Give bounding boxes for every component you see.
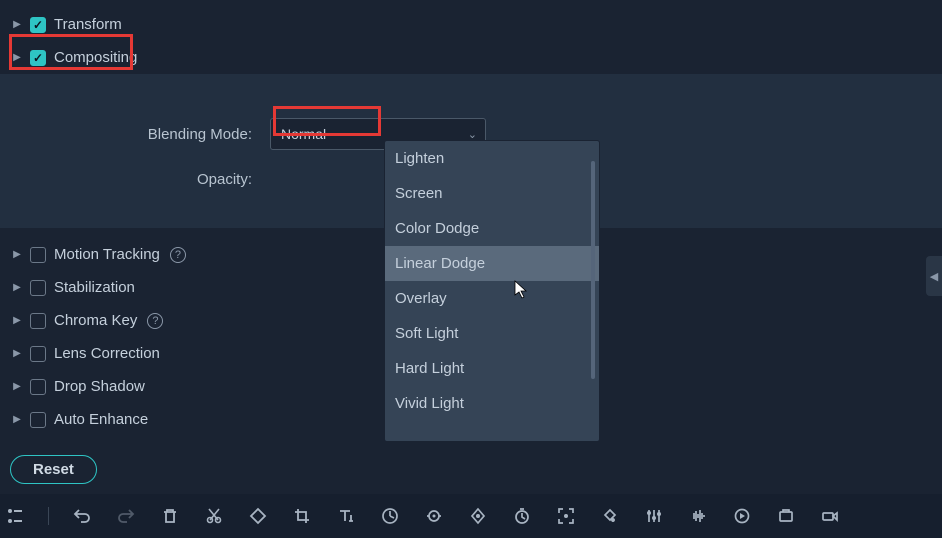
chevron-right-icon: ▶ <box>12 316 22 326</box>
compositing-checkbox[interactable] <box>30 50 46 66</box>
divider <box>48 507 49 525</box>
section-transform[interactable]: ▶ Transform <box>0 8 942 41</box>
lens-correction-checkbox[interactable] <box>30 346 46 362</box>
speed-icon[interactable] <box>379 505 401 527</box>
dropdown-item-hard-light[interactable]: Hard Light <box>385 351 599 386</box>
chevron-right-icon: ▶ <box>12 283 22 293</box>
reset-button[interactable]: Reset <box>10 455 97 484</box>
section-label: Chroma Key <box>54 312 137 329</box>
dropdown-item-color-dodge[interactable]: Color Dodge <box>385 211 599 246</box>
chevron-down-icon: ▶ <box>12 53 22 63</box>
chevron-down-icon: ⌄ <box>468 128 477 141</box>
crop-icon[interactable] <box>291 505 313 527</box>
timer-icon[interactable] <box>511 505 533 527</box>
add-marker-icon[interactable] <box>4 505 26 527</box>
section-label: Lens Correction <box>54 345 160 362</box>
tag-icon[interactable] <box>247 505 269 527</box>
export-icon[interactable] <box>775 505 797 527</box>
audio-icon[interactable] <box>687 505 709 527</box>
collapse-tab[interactable]: ◀ <box>926 256 942 296</box>
dropdown-item-soft-light[interactable]: Soft Light <box>385 316 599 351</box>
blending-mode-label: Blending Mode: <box>40 126 260 143</box>
mixer-icon[interactable] <box>643 505 665 527</box>
cut-icon[interactable] <box>203 505 225 527</box>
chevron-right-icon: ▶ <box>12 20 22 30</box>
section-compositing[interactable]: ▶ Compositing <box>0 41 942 74</box>
motion-icon[interactable] <box>423 505 445 527</box>
section-label: Stabilization <box>54 279 135 296</box>
section-label: Motion Tracking <box>54 246 160 263</box>
stabilization-checkbox[interactable] <box>30 280 46 296</box>
transform-checkbox[interactable] <box>30 17 46 33</box>
opacity-label: Opacity: <box>40 171 260 188</box>
auto-enhance-checkbox[interactable] <box>30 412 46 428</box>
redo-icon[interactable] <box>115 505 137 527</box>
record-icon[interactable] <box>819 505 841 527</box>
chevron-right-icon: ▶ <box>12 250 22 260</box>
delete-icon[interactable] <box>159 505 181 527</box>
fit-icon[interactable] <box>555 505 577 527</box>
drop-shadow-checkbox[interactable] <box>30 379 46 395</box>
section-label: Auto Enhance <box>54 411 148 428</box>
help-icon[interactable]: ? <box>147 313 163 329</box>
keyframe-icon[interactable] <box>467 505 489 527</box>
reset-row: Reset <box>0 447 107 492</box>
dropdown-item-vivid-light[interactable]: Vivid Light <box>385 386 599 421</box>
color-icon[interactable] <box>599 505 621 527</box>
scrollbar[interactable] <box>591 161 595 379</box>
select-value: Normal <box>281 126 326 142</box>
section-label: Transform <box>54 16 122 33</box>
blending-mode-dropdown[interactable]: Lighten Screen Color Dodge Linear Dodge … <box>384 140 600 442</box>
undo-icon[interactable] <box>71 505 93 527</box>
section-label: Drop Shadow <box>54 378 145 395</box>
render-icon[interactable] <box>731 505 753 527</box>
dropdown-item-lighten[interactable]: Lighten <box>385 141 599 176</box>
chroma-key-checkbox[interactable] <box>30 313 46 329</box>
dropdown-item-linear-dodge[interactable]: Linear Dodge <box>385 246 599 281</box>
timeline-toolbar <box>0 494 942 538</box>
section-label: Compositing <box>54 49 137 66</box>
help-icon[interactable]: ? <box>170 247 186 263</box>
chevron-right-icon: ▶ <box>12 349 22 359</box>
motion-tracking-checkbox[interactable] <box>30 247 46 263</box>
chevron-right-icon: ▶ <box>12 415 22 425</box>
chevron-right-icon: ▶ <box>12 382 22 392</box>
dropdown-item-overlay[interactable]: Overlay <box>385 281 599 316</box>
dropdown-item-screen[interactable]: Screen <box>385 176 599 211</box>
text-icon[interactable] <box>335 505 357 527</box>
